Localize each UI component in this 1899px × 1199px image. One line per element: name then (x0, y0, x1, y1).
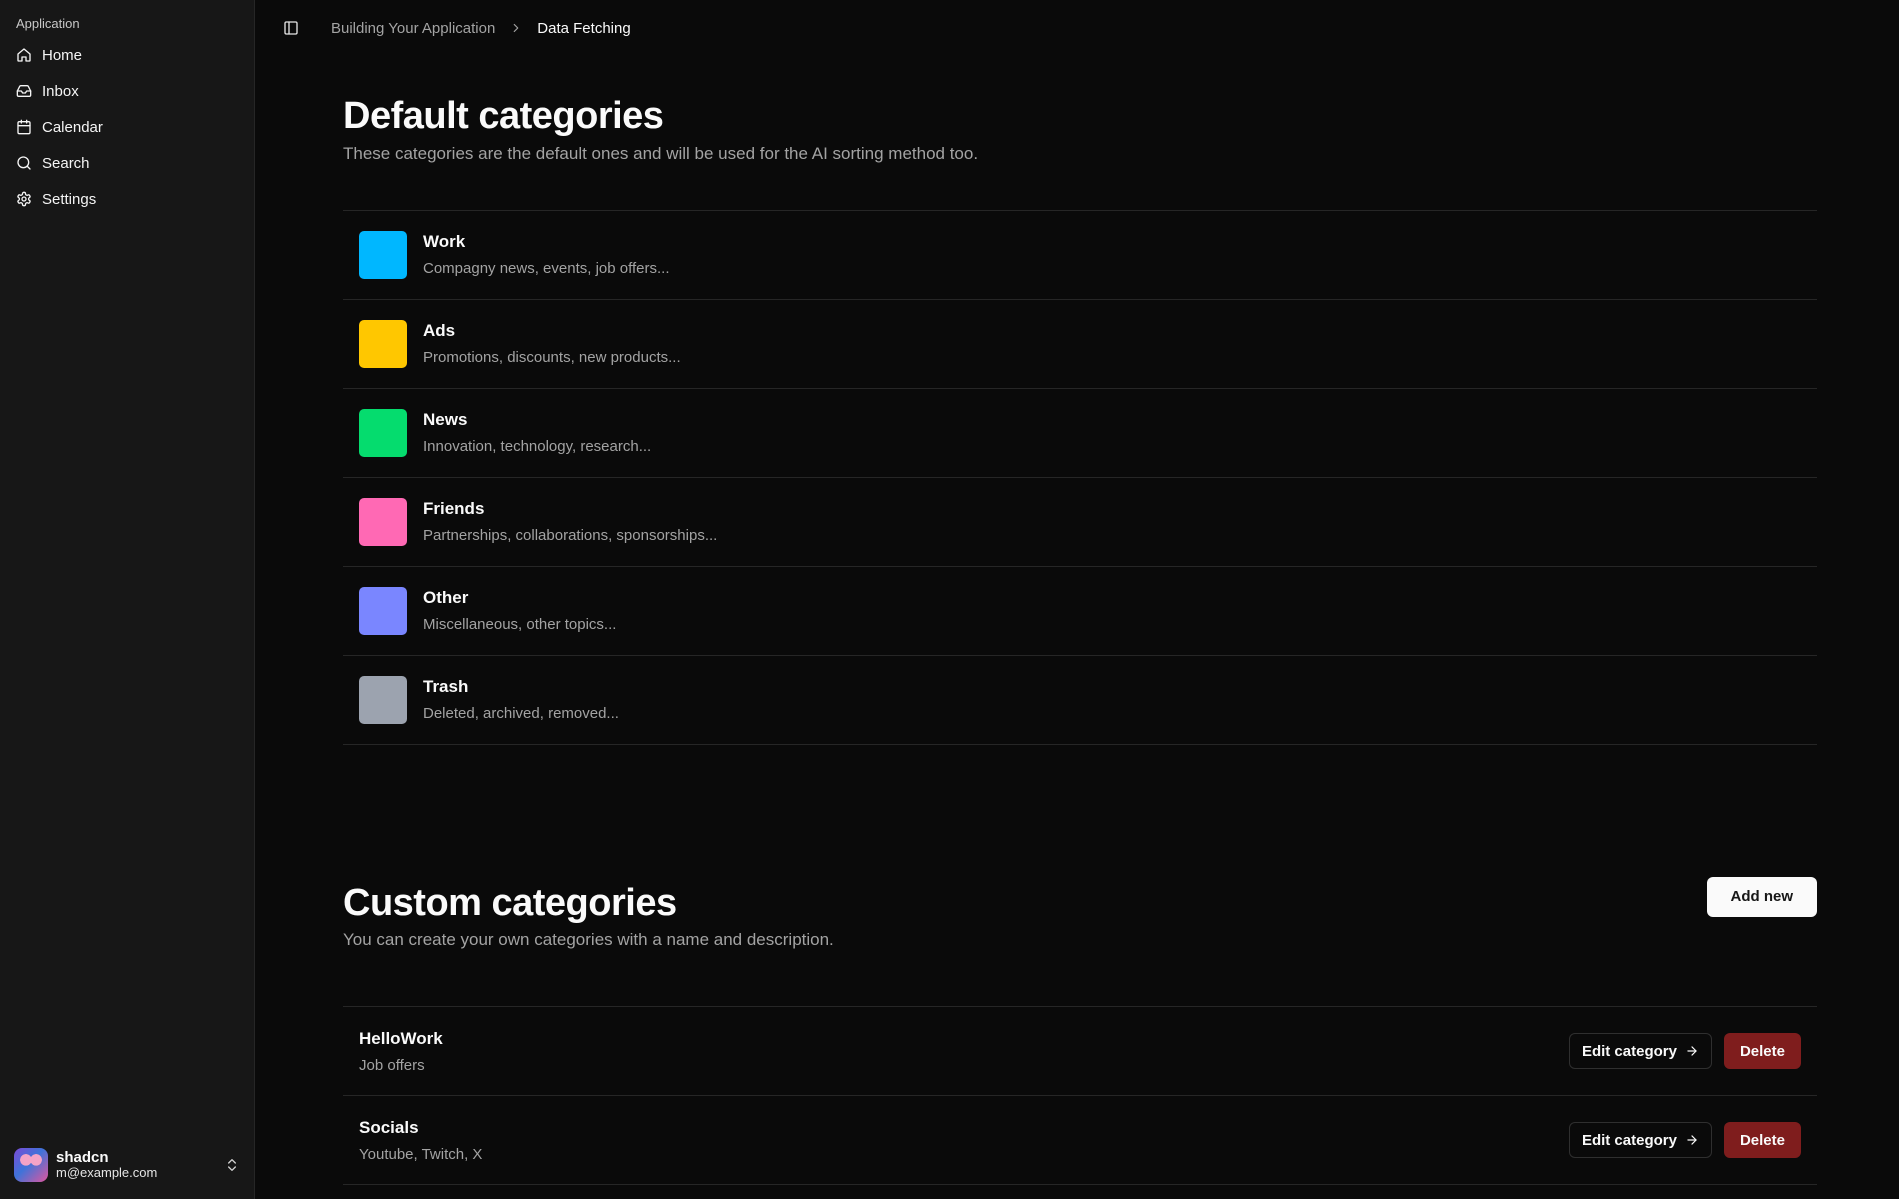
category-description: Compagny news, events, job offers... (423, 260, 670, 278)
category-name: Other (423, 588, 469, 608)
category-color-swatch (359, 408, 407, 457)
chevron-right-icon (509, 21, 523, 35)
category-name: Work (423, 232, 466, 252)
app-root: Application Home Inbox Calendar Search S… (0, 0, 1899, 1199)
sidebar-item-inbox[interactable]: Inbox (8, 73, 246, 109)
category-text: Friends Partnerships, collaborations, spo… (423, 499, 1801, 544)
delete-button[interactable]: Delete (1723, 1122, 1801, 1159)
category-color-swatch (359, 230, 407, 279)
category-row-friends[interactable]: Friends Partnerships, collaborations, spo… (343, 478, 1817, 567)
category-name: Ads (423, 321, 456, 341)
edit-category-button[interactable]: Edit category (1568, 1033, 1712, 1070)
main-content: Building Your Application Data Fetching … (255, 0, 1899, 1199)
sidebar-toggle-button[interactable] (277, 14, 305, 42)
category-color-swatch (359, 586, 407, 635)
category-color-swatch (359, 319, 407, 368)
edit-category-label: Edit category (1581, 1042, 1677, 1060)
category-description: Promotions, discounts, new products... (423, 349, 681, 367)
breadcrumb-current: Data Fetching (537, 19, 631, 37)
section-header: Custom categories You can create your ow… (343, 876, 1817, 951)
sidebar-group-label: Application (16, 16, 80, 31)
category-text: Other Miscellaneous, other topics... (423, 588, 1801, 633)
sidebar-item-search[interactable]: Search (8, 145, 246, 181)
calendar-icon (17, 119, 31, 135)
edit-category-button[interactable]: Edit category (1568, 1122, 1712, 1159)
category-text: Trash Deleted, archived, removed... (423, 677, 1801, 722)
category-text: News Innovation, technology, research... (423, 410, 1801, 455)
category-description: Miscellaneous, other topics... (423, 616, 617, 634)
category-text: HelloWork Job offers (359, 1029, 1569, 1074)
category-row-news[interactable]: News Innovation, technology, research... (343, 389, 1817, 478)
row-actions: Edit category Delete (1568, 1033, 1801, 1070)
panel-left-icon (284, 21, 298, 35)
edit-category-label: Edit category (1581, 1131, 1677, 1149)
default-categories-section: Default categories These categories are … (343, 94, 1817, 745)
category-text: Socials Youtube, Twitch, X (359, 1118, 1569, 1163)
user-name: shadcn (56, 1148, 109, 1166)
section-title: Default categories (343, 95, 664, 137)
category-color-swatch (359, 675, 407, 724)
category-description: Deleted, archived, removed... (423, 705, 619, 723)
section-subtitle: You can create your own categories with … (343, 930, 834, 950)
search-icon (17, 156, 31, 170)
arrow-right-icon (1687, 1046, 1697, 1056)
category-description: Innovation, technology, research... (423, 438, 652, 456)
custom-categories-section: Custom categories You can create your ow… (343, 876, 1817, 1186)
category-row-trash[interactable]: Trash Deleted, archived, removed... (343, 656, 1817, 745)
page-body: Default categories These categories are … (255, 56, 1899, 1186)
user-email: m@example.com (56, 1165, 158, 1181)
sidebar: Application Home Inbox Calendar Search S… (0, 0, 255, 1199)
gear-icon (17, 191, 31, 207)
default-category-list: Work Compagny news, events, job offers...… (343, 209, 1817, 745)
sidebar-item-label: Calendar (42, 118, 103, 136)
category-description: Youtube, Twitch, X (359, 1145, 483, 1163)
home-icon (17, 48, 31, 62)
user-menu[interactable]: shadcn m@example.com (8, 1141, 246, 1189)
avatar (14, 1148, 48, 1182)
sidebar-item-label: Inbox (42, 82, 79, 100)
topbar: Building Your Application Data Fetching (255, 0, 1899, 56)
sidebar-item-label: Settings (42, 190, 97, 208)
category-description: Partnerships, collaborations, sponsorshi… (423, 527, 718, 545)
breadcrumb: Building Your Application Data Fetching (331, 20, 631, 37)
sidebar-group: Application Home Inbox Calendar Search S… (8, 14, 246, 217)
category-text: Work Compagny news, events, job offers... (423, 232, 1801, 277)
custom-category-row: HelloWork Job offers Edit category Delete (343, 1007, 1817, 1097)
category-name: Trash (423, 677, 469, 697)
sidebar-item-label: Home (42, 46, 83, 64)
sidebar-item-calendar[interactable]: Calendar (8, 109, 246, 145)
category-name: Socials (359, 1117, 419, 1137)
sidebar-item-home[interactable]: Home (8, 37, 246, 73)
delete-button[interactable]: Delete (1723, 1033, 1801, 1070)
section-heading-group: Custom categories You can create your ow… (343, 881, 834, 951)
custom-category-row: Socials Youtube, Twitch, X Edit category De… (343, 1096, 1817, 1186)
category-name: HelloWork (359, 1028, 443, 1048)
sidebar-item-settings[interactable]: Settings (8, 181, 246, 217)
category-row-work[interactable]: Work Compagny news, events, job offers... (343, 211, 1817, 300)
row-actions: Edit category Delete (1568, 1122, 1801, 1159)
chevrons-up-down-icon (228, 1159, 236, 1171)
sidebar-item-label: Search (42, 154, 90, 172)
breadcrumb-link[interactable]: Building Your Application (331, 20, 495, 37)
category-name: News (423, 410, 468, 430)
category-name: Friends (423, 499, 485, 519)
user-info: shadcn m@example.com (56, 1149, 216, 1181)
arrow-right-icon (1687, 1135, 1697, 1145)
add-new-button[interactable]: Add new (1706, 876, 1817, 917)
category-description: Job offers (359, 1056, 425, 1074)
category-text: Ads Promotions, discounts, new products..… (423, 321, 1801, 366)
category-color-swatch (359, 497, 407, 546)
category-row-other[interactable]: Other Miscellaneous, other topics... (343, 567, 1817, 656)
inbox-icon (16, 85, 32, 97)
section-subtitle: These categories are the default ones an… (343, 143, 979, 163)
category-row-ads[interactable]: Ads Promotions, discounts, new products..… (343, 300, 1817, 389)
custom-category-list: HelloWork Job offers Edit category Delete So… (343, 1006, 1817, 1186)
section-title: Custom categories (343, 881, 677, 924)
